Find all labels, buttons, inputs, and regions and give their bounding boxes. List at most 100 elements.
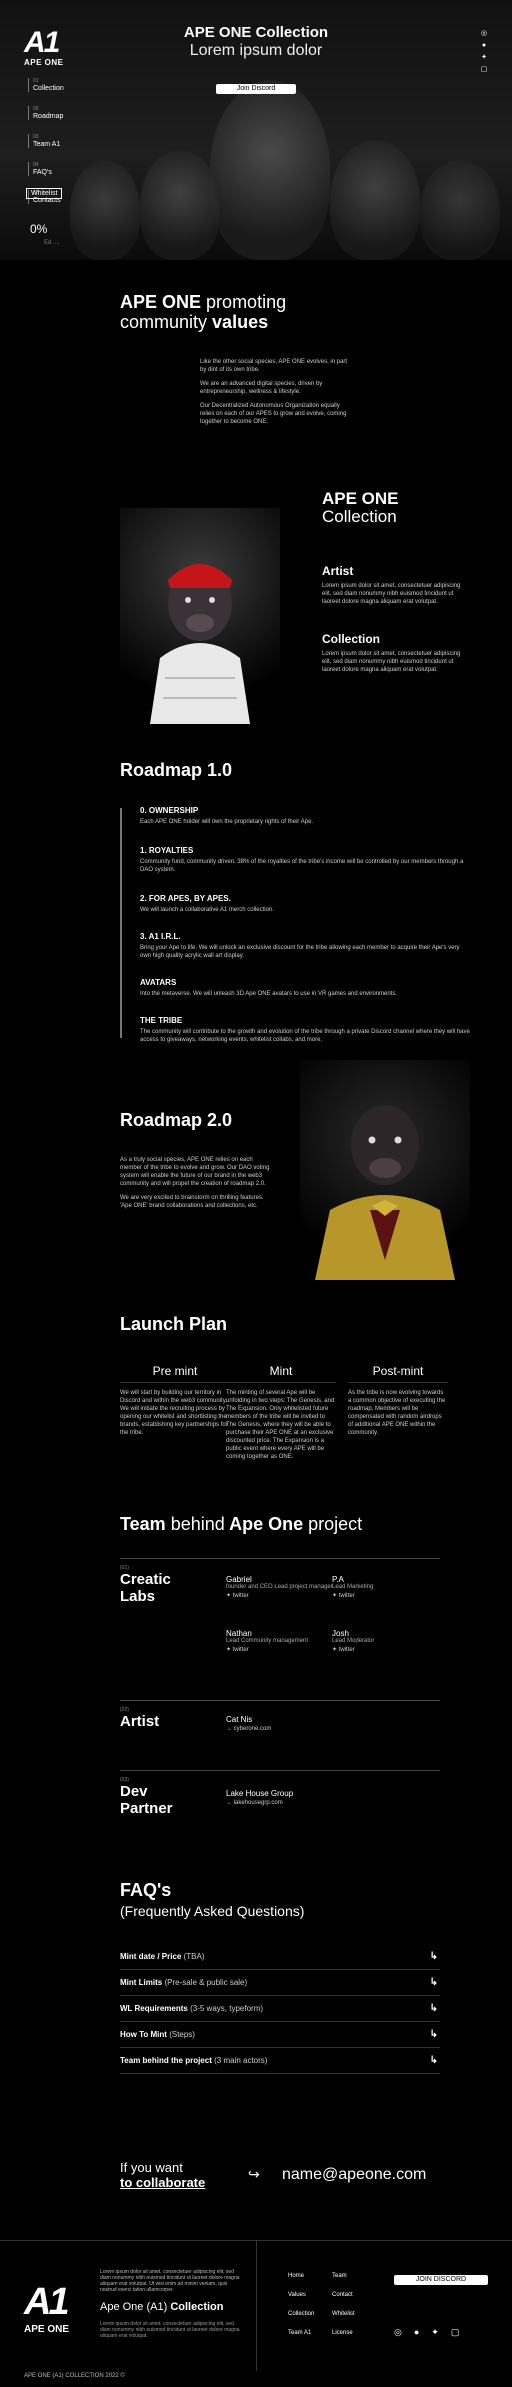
hero-title: APE ONE Collection bbox=[183, 24, 329, 41]
faq-title-main: FAQ's bbox=[120, 1880, 172, 1900]
roadmap-item-text: Each APE ONE holder will own the proprie… bbox=[140, 819, 314, 825]
instagram-icon[interactable]: ▢ bbox=[480, 66, 488, 74]
team-title-a: Team bbox=[120, 1514, 166, 1534]
twitter-icon: ✦ bbox=[226, 1647, 233, 1653]
discord-icon[interactable]: ◎ bbox=[480, 30, 488, 38]
promo-paragraph: We are an advanced digital species, driv… bbox=[200, 381, 323, 395]
faq-item[interactable]: WL Requirements (3-5 ways, typeform) ↳ bbox=[120, 1996, 440, 2022]
faq-note: (Steps) bbox=[169, 2030, 195, 2039]
collection-heading: Collection bbox=[322, 632, 381, 646]
roadmap-item-text: The community will contribute to the gro… bbox=[140, 1029, 470, 1043]
launch-col-text: As the tribe is now evolving towards a c… bbox=[348, 1390, 446, 1436]
twitter-icon[interactable]: ✦ bbox=[431, 2327, 439, 2338]
launch-col-mint: Mint The minting of several Ape will be … bbox=[226, 1364, 336, 1461]
nav-item-team[interactable]: 03 Team A1 bbox=[28, 134, 64, 148]
member-link[interactable]: ✦ twitter bbox=[226, 1646, 336, 1653]
footer-link-home[interactable]: Home bbox=[288, 2273, 332, 2279]
footer-link-team-a1[interactable]: Team A1 bbox=[288, 2330, 332, 2336]
contact-email[interactable]: name@apeone.com bbox=[282, 2166, 426, 2184]
roadmap-item-title: THE TRIBE bbox=[140, 1016, 183, 1025]
footer-link-collection[interactable]: Collection bbox=[288, 2311, 332, 2317]
footer-link-values[interactable]: Values bbox=[288, 2292, 332, 2298]
twitter-icon[interactable]: ✦ bbox=[480, 54, 488, 62]
nav-item-collection[interactable]: 01 Collection bbox=[28, 78, 64, 92]
promo-text: Like the other social species, APE ONE e… bbox=[200, 358, 350, 432]
member-name: Josh bbox=[332, 1629, 349, 1638]
launch-col-heading: Post-mint bbox=[348, 1364, 448, 1383]
faq-subtitle: (Frequently Asked Questions) bbox=[120, 1903, 305, 1919]
promo-title-d: values bbox=[212, 312, 269, 332]
footer-link-whitelist[interactable]: Whitelist bbox=[332, 2311, 376, 2317]
mint-progress-sub: Ed. ... bbox=[44, 240, 60, 246]
footer-logo[interactable]: A1 APE ONE bbox=[24, 2281, 70, 2335]
whitelist-button[interactable]: Whitelist bbox=[26, 188, 63, 199]
twitter-icon: ✦ bbox=[226, 1593, 233, 1599]
footer-join-discord-button[interactable]: JOIN DISCORD bbox=[394, 2275, 488, 2285]
footer-links: Home Team Values Contact Collection Whit… bbox=[288, 2273, 376, 2336]
artist-heading: Artist bbox=[322, 564, 354, 578]
discord-icon[interactable]: ◎ bbox=[394, 2327, 402, 2338]
faq-item[interactable]: How To Mint (Steps) ↳ bbox=[120, 2022, 440, 2048]
footer-link-contact[interactable]: Contact bbox=[332, 2292, 376, 2298]
launch-col-postmint: Post-mint As the tribe is now evolving t… bbox=[348, 1364, 448, 1437]
social-links: ◎ ● ✦ ▢ bbox=[480, 30, 488, 74]
footer-brand-c: Collection bbox=[170, 2301, 224, 2313]
roadmap-item-title: 3. A1 I.R.L. bbox=[140, 932, 181, 941]
member-link-label: twitter bbox=[232, 1593, 249, 1599]
collection-title: APE ONE Collection bbox=[322, 490, 399, 526]
artist-text: Lorem ipsum dolor sit amet, consectetuer… bbox=[322, 583, 461, 605]
team-group-name: Artist bbox=[120, 1713, 160, 1730]
footer-link-license[interactable]: License bbox=[332, 2330, 376, 2336]
member-name: Cat Nis bbox=[226, 1715, 253, 1724]
promo-paragraph: Like the other social species, APE ONE e… bbox=[200, 359, 348, 373]
member-role: Lead Community management bbox=[226, 1638, 309, 1644]
team-title: Team behind Ape One project bbox=[120, 1514, 362, 1535]
instagram-icon[interactable]: ▢ bbox=[451, 2327, 460, 2338]
nav-label: Team A1 bbox=[33, 141, 61, 148]
footer-social: ◎ ● ✦ ▢ bbox=[394, 2327, 459, 2338]
member-link[interactable]: ✦ twitter bbox=[332, 1646, 442, 1653]
faq-item[interactable]: Team behind the project (3 main actors) ↳ bbox=[120, 2048, 440, 2074]
hero-ape-image bbox=[140, 150, 220, 260]
footer-text: Lorem ipsum dolor sit amet, consectetuer… bbox=[100, 2269, 240, 2293]
page: A1 APE ONE APE ONE Collection Lorem ipsu… bbox=[0, 0, 512, 2387]
faq-question: Mint date / Price bbox=[120, 1952, 182, 1961]
faq-question: Mint Limits bbox=[120, 1978, 163, 1987]
collab-prompt: If you want to collaborate bbox=[120, 2160, 205, 2190]
member-link[interactable]: ✦ twitter bbox=[226, 1592, 336, 1599]
arrow-return-icon: ↪ bbox=[248, 2166, 260, 2182]
hero-ape-image bbox=[420, 160, 500, 260]
team-group-name: Dev Partner bbox=[120, 1783, 173, 1817]
nav-item-roadmap[interactable]: 02 Roadmap bbox=[28, 106, 64, 120]
opensea-icon[interactable]: ● bbox=[414, 2327, 419, 2338]
footer-link-team[interactable]: Team bbox=[332, 2273, 376, 2279]
nav-num: 01 bbox=[33, 78, 39, 84]
member-link-label: twitter bbox=[338, 1593, 355, 1599]
footer-small-text: Lorem ipsum dolor sit amet, consectetuer… bbox=[100, 2321, 240, 2339]
member-name: P.A bbox=[332, 1575, 344, 1584]
opensea-icon[interactable]: ● bbox=[480, 42, 488, 50]
member-link[interactable]: → cyberone.com bbox=[226, 1726, 336, 1732]
nav-item-faqs[interactable]: 04 FAQ's bbox=[28, 162, 64, 176]
promo-paragraph: Our Decentralized Autonomous Organizatio… bbox=[200, 403, 347, 425]
nav-num: 02 bbox=[33, 106, 39, 112]
roadmap-item: 3. A1 I.R.L. Bring your Ape to life. We w… bbox=[140, 932, 470, 960]
member-name: Lake House Group bbox=[226, 1789, 294, 1798]
hero-ape-image bbox=[70, 160, 140, 260]
twitter-icon: ✦ bbox=[332, 1647, 339, 1653]
ape-illustration bbox=[315, 1105, 455, 1280]
roadmap-item-text: We will launch a collaborative A1 merch … bbox=[140, 907, 274, 913]
faq-item[interactable]: Mint date / Price (TBA) ↳ bbox=[120, 1944, 440, 1970]
member-link[interactable]: → lakehousegrp.com bbox=[226, 1800, 336, 1806]
roadmap-item: THE TRIBE The community will contribute t… bbox=[140, 1016, 470, 1044]
member-link[interactable]: ✦ twitter bbox=[332, 1592, 442, 1599]
faq-item[interactable]: Mint Limits (Pre-sale & public sale) ↳ bbox=[120, 1970, 440, 1996]
collab-link[interactable]: to collaborate bbox=[120, 2175, 205, 2190]
nav-label: FAQ's bbox=[33, 169, 52, 176]
roadmap-item-title: AVATARS bbox=[140, 978, 177, 987]
member-link-label: cyberone.com bbox=[233, 1726, 272, 1732]
member-role: Lead Moderator bbox=[332, 1638, 375, 1644]
team-group-label: (03) Dev Partner bbox=[120, 1777, 200, 1817]
launch-col-text: We will start by building our territory … bbox=[120, 1390, 228, 1436]
join-discord-button[interactable]: Join Discord bbox=[216, 84, 296, 94]
